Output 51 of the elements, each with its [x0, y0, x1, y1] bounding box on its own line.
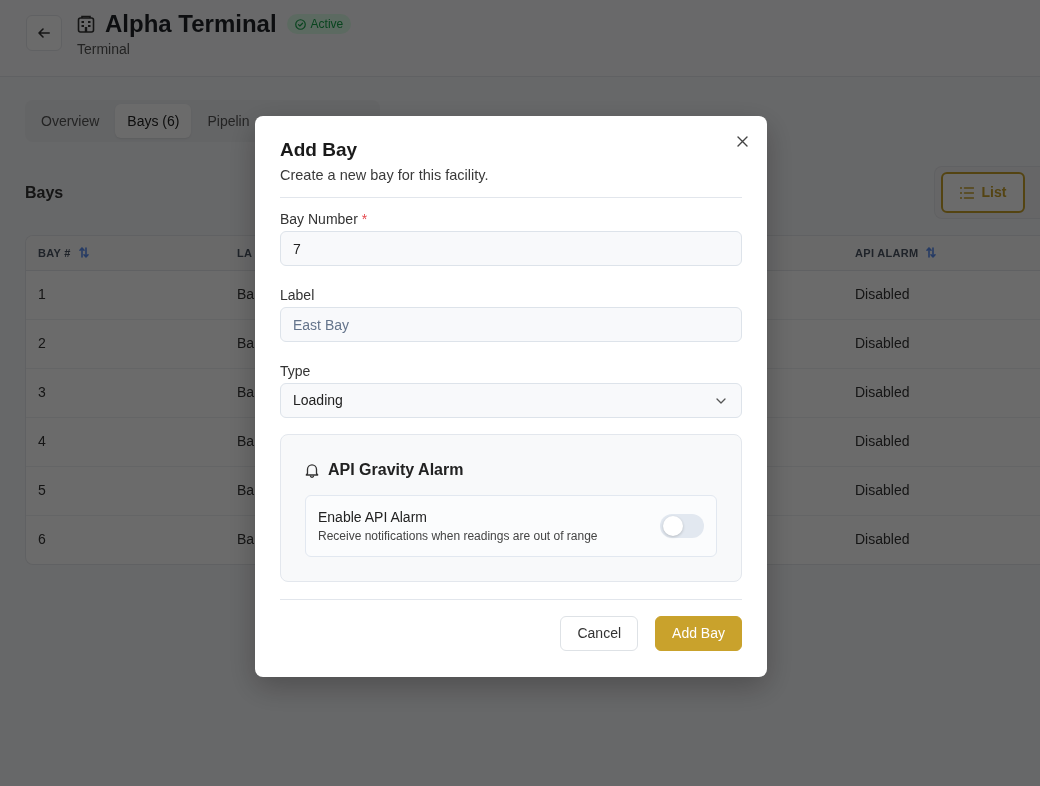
table-cell: Disabled — [855, 531, 910, 548]
input-field[interactable]: 7 — [280, 231, 742, 266]
building-icon — [77, 15, 95, 33]
table-cell: Ba — [237, 286, 255, 302]
section-title: Bays — [25, 182, 64, 203]
add-bay-button[interactable]: Add Bay — [655, 616, 742, 651]
table-cell: 5 — [38, 482, 46, 498]
chevron-down-icon — [716, 397, 726, 404]
table-cell: Ba — [237, 531, 255, 548]
table-cell: Ba — [237, 384, 255, 400]
toggle-switch[interactable] — [660, 514, 704, 538]
tab[interactable]: Pipelin — [195, 104, 252, 138]
input-field[interactable]: East Bay — [280, 307, 742, 342]
list-view-button[interactable]: List — [941, 172, 1025, 213]
dialog-subtitle: Create a new bay for this facility. — [280, 166, 490, 185]
setting-description: Receive notifications when readings are out of range — [318, 528, 598, 545]
column-header[interactable]: BAY # — [38, 244, 71, 261]
page-subtitle: Terminal — [77, 40, 131, 59]
arrow-left-icon — [38, 28, 50, 38]
bell-icon — [305, 462, 319, 478]
status-text: Active — [310, 16, 344, 33]
table-cell: Ba — [237, 482, 255, 498]
table-cell: Disabled — [855, 335, 910, 351]
tab[interactable]: Overview — [29, 104, 112, 138]
table-cell: Ba — [237, 335, 255, 351]
back-button[interactable] — [26, 15, 62, 51]
select-field[interactable]: Loading — [280, 383, 742, 418]
tab[interactable]: Bays (6) — [115, 104, 192, 138]
field-label: Bay Number * — [280, 210, 369, 229]
table-cell: 1 — [38, 286, 46, 302]
list-icon — [959, 186, 974, 199]
table-cell: Disabled — [855, 433, 910, 449]
cancel-button[interactable]: Cancel — [560, 616, 639, 651]
table-cell: 4 — [38, 433, 46, 449]
panel-title: API Gravity Alarm — [328, 460, 464, 480]
table-cell: Disabled — [855, 482, 910, 498]
field-label: Type — [280, 362, 312, 381]
table-cell: Ba — [237, 433, 255, 449]
column-header[interactable]: API ALARM — [855, 244, 919, 261]
field-label: Label — [280, 286, 316, 305]
page-title: Alpha Terminal — [105, 10, 277, 38]
table-cell: Disabled — [855, 384, 910, 400]
column-header: LA — [237, 245, 253, 261]
close-icon — [736, 135, 748, 147]
table-cell: 3 — [38, 384, 46, 400]
dialog-title: Add Bay — [280, 138, 359, 162]
table-cell: Disabled — [855, 286, 910, 302]
table-cell: 2 — [38, 335, 46, 351]
setting-label: Enable API Alarm — [318, 508, 428, 527]
table-cell: 6 — [38, 531, 46, 548]
check-circle-icon — [294, 18, 306, 30]
